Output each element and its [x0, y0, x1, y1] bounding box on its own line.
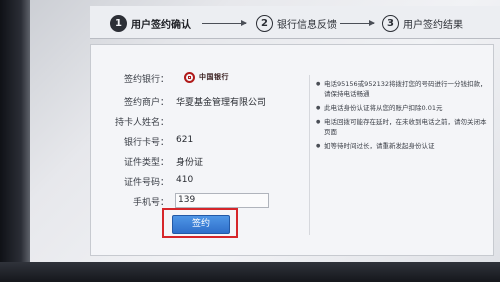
phone-input[interactable]: 139	[175, 193, 269, 208]
card-number-label: 银行卡号：	[123, 138, 169, 148]
merchant-value: 华夏基金管理有限公司	[176, 98, 267, 108]
screen-bezel-bottom	[0, 262, 500, 282]
step-number: 1	[110, 14, 127, 32]
step-2: 2 银行信息反馈	[256, 14, 337, 32]
sign-button[interactable]: 签约	[172, 215, 230, 234]
note-item: 如等待时间过长，请重新发起身份认证	[316, 141, 491, 151]
phone-label: 手机号：	[132, 198, 169, 208]
bank-logo-text: 中国银行	[199, 72, 229, 81]
step-label: 用户签约结果	[403, 19, 463, 31]
screen-bezel-left	[0, 0, 30, 282]
notes-list: 电话95156或952132将拨打您的号码进行一分钱扣款，请保持电话畅通 此电话…	[316, 79, 491, 155]
arrow-right-icon	[340, 20, 375, 26]
step-number: 3	[382, 14, 399, 32]
divider	[309, 75, 310, 235]
note-item: 电话回拨可能存在延时，在未收到电话之前，请勿关闭本页面	[316, 117, 491, 137]
bank-logo: 中国银行	[184, 70, 246, 84]
card-number-value: 621	[176, 135, 194, 145]
arrow-right-icon	[202, 20, 247, 26]
bank-emblem-icon	[184, 71, 195, 83]
bank-label: 签约银行：	[123, 75, 169, 85]
note-item: 此电话身份认证将从您的账户扣除0.01元	[316, 103, 491, 113]
step-label: 银行信息反馈	[277, 19, 337, 31]
id-type-label: 证件类型：	[123, 158, 169, 168]
id-number-label: 证件号码：	[123, 178, 169, 188]
id-number-value: 410	[176, 175, 194, 185]
note-item: 电话95156或952132将拨打您的号码进行一分钱扣款，请保持电话畅通	[316, 79, 491, 99]
id-type-value: 身份证	[176, 158, 204, 168]
signing-form-panel: 签约银行： 中国银行 签约商户： 华夏基金管理有限公司 持卡人姓名： 银行卡号：…	[90, 44, 494, 256]
step-1: 1 用户签约确认	[110, 14, 191, 32]
step-3: 3 用户签约结果	[382, 14, 463, 32]
step-label: 用户签约确认	[131, 19, 191, 31]
step-number: 2	[256, 14, 273, 32]
progress-steps: 1 用户签约确认 2 银行信息反馈 3 用户签约结果	[90, 6, 500, 39]
submit-highlight: 签约	[162, 208, 238, 238]
cardholder-label: 持卡人姓名：	[114, 118, 169, 128]
merchant-label: 签约商户：	[123, 98, 169, 108]
